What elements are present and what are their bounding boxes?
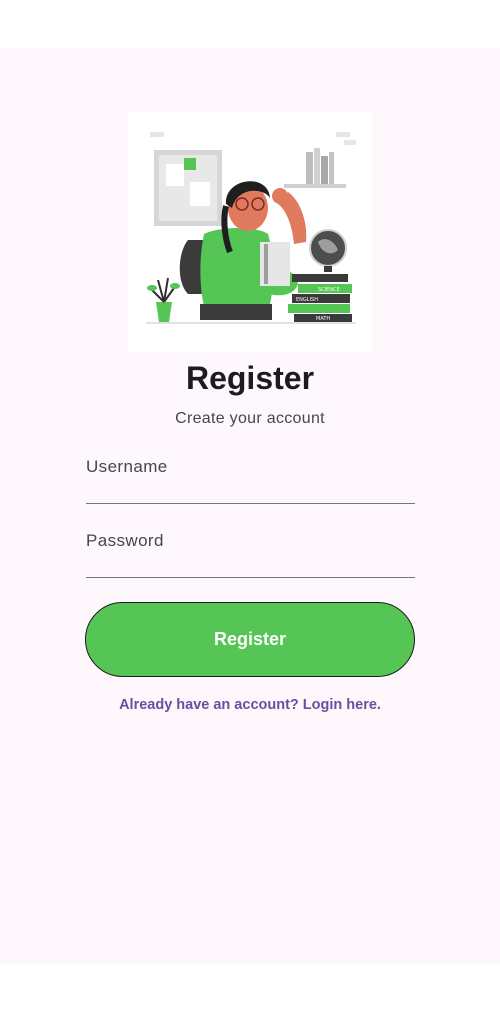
register-button[interactable]: Register xyxy=(85,602,415,677)
password-input[interactable] xyxy=(86,530,415,577)
username-field[interactable]: Username xyxy=(86,456,415,504)
book-label-math: MATH xyxy=(316,316,330,322)
register-screen: SCIENCE ENGLISH MATH Register Create you… xyxy=(0,48,500,964)
student-illustration: SCIENCE ENGLISH MATH xyxy=(128,112,372,352)
student-with-books-illustration-icon: SCIENCE ENGLISH MATH xyxy=(146,132,356,324)
page-title: Register xyxy=(185,360,315,396)
password-field[interactable]: Password xyxy=(86,530,415,578)
page-subtitle: Create your account xyxy=(175,410,325,427)
book-label-english: ENGLISH xyxy=(296,297,318,303)
book-label-science: SCIENCE xyxy=(318,287,340,293)
login-link[interactable]: Already have an account? Login here. xyxy=(0,697,500,713)
username-input[interactable] xyxy=(86,456,415,503)
